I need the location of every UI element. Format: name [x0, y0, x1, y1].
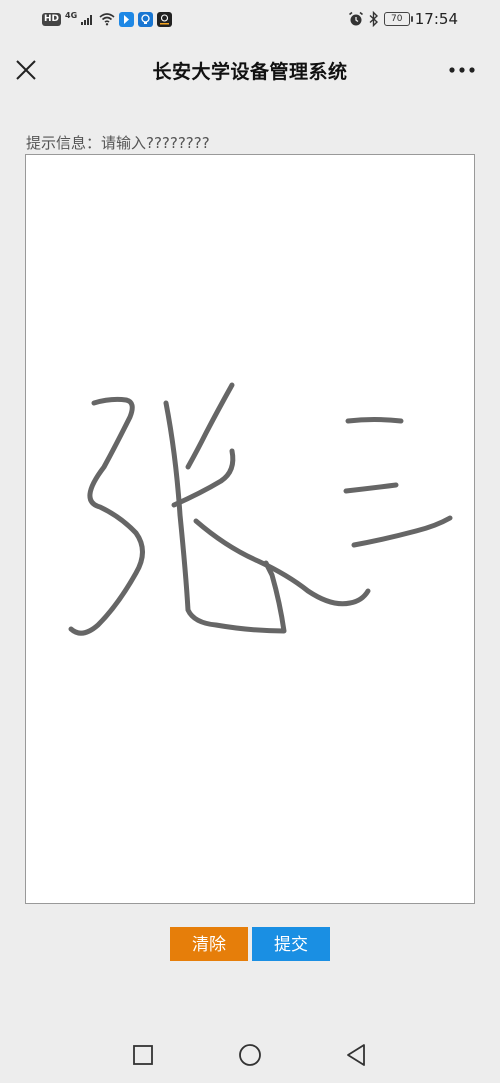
status-left-group: HD 4G — [42, 10, 173, 28]
status-right-group: 70 17:54 — [348, 9, 458, 29]
back-icon[interactable] — [344, 1043, 368, 1067]
clear-button[interactable]: 清除 — [170, 927, 248, 961]
signature-strokes — [68, 382, 453, 636]
status-bar: HD 4G 70 17:54 — [0, 0, 500, 40]
stroke-6 — [345, 417, 404, 424]
stroke-2 — [163, 400, 287, 634]
clock-time: 17:54 — [414, 10, 458, 28]
app-header: 长安大学设备管理系统 — [0, 40, 500, 100]
hd-badge: HD — [42, 12, 62, 26]
signature-canvas[interactable] — [25, 154, 475, 904]
stroke-5 — [193, 518, 371, 607]
alarm-icon — [348, 11, 363, 26]
stroke-3 — [185, 382, 235, 470]
home-icon[interactable] — [238, 1043, 262, 1067]
bulb-icon — [138, 11, 154, 27]
system-nav-bar — [0, 1025, 500, 1083]
wifi-icon — [99, 12, 115, 25]
stroke-4 — [171, 448, 236, 508]
app-icon-dark — [157, 11, 173, 27]
signal-icon — [81, 15, 93, 25]
network-type: 4G — [65, 10, 78, 20]
stroke-8 — [351, 515, 453, 548]
app-icon-blue — [119, 11, 135, 27]
stroke-7 — [343, 482, 399, 494]
more-icon[interactable] — [448, 60, 478, 80]
battery-icon: 70 — [383, 12, 413, 26]
page: HD 4G 70 17:54 长安大学设备管理系统 提示信息：请输入??????… — [0, 0, 500, 1083]
submit-button[interactable]: 提交 — [252, 927, 330, 961]
page-title: 长安大学设备管理系统 — [152, 61, 348, 83]
bluetooth-icon — [369, 11, 378, 27]
stroke-1 — [68, 396, 145, 636]
prompt-label: 提示信息：请输入???????? — [26, 134, 210, 152]
recent-apps-icon[interactable] — [131, 1043, 155, 1067]
